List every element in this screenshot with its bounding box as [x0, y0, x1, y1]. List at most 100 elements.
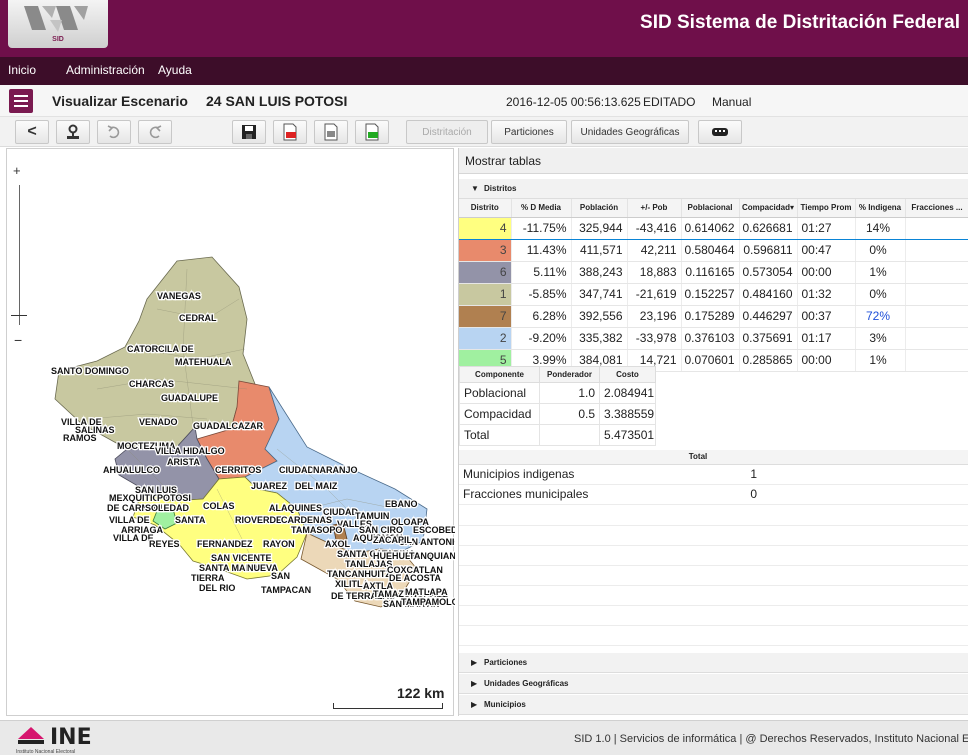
- totals-row[interactable]: Municipios indigenas 1: [459, 464, 968, 485]
- back-button[interactable]: <: [15, 120, 49, 144]
- map-label: TAMUIN: [355, 511, 389, 521]
- cell-costo: 3.388559: [599, 403, 656, 425]
- col-dif-pob[interactable]: +/- Pob: [627, 199, 682, 218]
- map-label: SANTA: [175, 515, 206, 525]
- print-button[interactable]: [314, 120, 348, 144]
- menu-ayuda[interactable]: Ayuda: [158, 63, 192, 77]
- totals-header-row: Total: [459, 450, 968, 465]
- totals-row[interactable]: Fracciones municipales 0: [459, 484, 968, 505]
- col-componente[interactable]: Componente: [459, 366, 540, 383]
- distrito-row[interactable]: 4 -11.75% 325,944 -43,416 0.614062 0.626681 01…: [459, 217, 968, 240]
- map-label: NARANJO: [313, 465, 358, 475]
- scale-label: 122 km: [397, 685, 445, 701]
- map-label: CERRITOS: [215, 465, 261, 475]
- distrito-row[interactable]: 3 11.43% 411,571 42,211 0.580464 0.596811 00:4…: [459, 239, 968, 262]
- col-costo[interactable]: Costo: [599, 366, 656, 383]
- distrito-row[interactable]: 1 -5.85% 347,741 -21,619 0.152257 0.484160 01:…: [459, 283, 968, 306]
- map-label: CEDRAL: [179, 313, 217, 323]
- map-label: TANQUIAN: [409, 551, 455, 561]
- export-pdf-button[interactable]: [273, 120, 307, 144]
- map-label: TAMPAMOLON: [401, 597, 455, 607]
- locate-button[interactable]: [56, 120, 90, 144]
- app-window: SID SID Sistema de Distritación Federal …: [0, 0, 968, 755]
- cell-poblacional: 0.175289: [681, 305, 740, 328]
- col-media[interactable]: % D Media: [511, 199, 572, 218]
- col-tiempo[interactable]: Tiempo Prom: [797, 199, 856, 218]
- map-label: VENADO: [139, 417, 178, 427]
- distrito-row[interactable]: 7 6.28% 392,556 23,196 0.175289 0.446297 00:37…: [459, 305, 968, 328]
- col-poblacional[interactable]: Poblacional: [681, 199, 740, 218]
- col-compacidad[interactable]: Compacidad▾: [739, 199, 798, 218]
- map-label: DEL MAIZ: [295, 481, 338, 491]
- sid-logo[interactable]: SID: [8, 0, 108, 48]
- cell-tiempo: 00:37: [797, 305, 856, 328]
- show-tables-header[interactable]: Mostrar tablas: [459, 148, 968, 174]
- cell-fracciones: [905, 305, 968, 328]
- col-fracciones[interactable]: Fracciones ...: [905, 199, 968, 218]
- export-csv-button[interactable]: [355, 120, 389, 144]
- map-label: DEL RIO: [199, 583, 235, 593]
- district-map[interactable]: VANEGAS CEDRAL CATORCELA DE MATEHUALA SANTO …: [7, 149, 455, 717]
- componente-row[interactable]: Poblacional 1.0 2.084941: [459, 382, 656, 404]
- unidades-geograficas-button[interactable]: Unidades Geográficas: [571, 120, 689, 144]
- ine-logo[interactable]: INE Instituto Nacional Electoral: [16, 725, 126, 755]
- cell-componente: Compacidad: [459, 403, 540, 425]
- hamburger-menu-button[interactable]: [9, 89, 33, 113]
- col-poblacion[interactable]: Población: [571, 199, 628, 218]
- keyboard-button[interactable]: [698, 120, 742, 144]
- cell-poblacion: 325,944: [571, 217, 628, 240]
- cell-distrito: 1: [459, 283, 512, 306]
- distritacion-button[interactable]: Distritación: [406, 120, 488, 144]
- map-label: GUADALUPE: [161, 393, 218, 403]
- cell-dif: 42,211: [627, 239, 682, 262]
- distrito-row[interactable]: 6 5.11% 388,243 18,883 0.116165 0.573054 00:00…: [459, 261, 968, 284]
- cell-indigena: 72%: [855, 305, 906, 328]
- map-label: CIUDAD: [279, 465, 314, 475]
- map-label: TIERRA: [191, 573, 225, 583]
- map-panel[interactable]: + − VANEGAS CEDRAL CATORCE LA DE MATEHUA…: [6, 148, 455, 717]
- menu-inicio[interactable]: Inicio: [8, 63, 36, 77]
- col-indigena[interactable]: % Indigena: [855, 199, 906, 218]
- map-label: JUAREZ: [251, 481, 288, 491]
- particiones-section-header[interactable]: ▶ Particiones: [459, 653, 968, 673]
- cell-ponderador: 0.5: [539, 403, 600, 425]
- toolbar: < Distritación Particiones Unidades Geog…: [0, 117, 968, 147]
- footer: INE Instituto Nacional Electoral SID 1.0…: [0, 720, 968, 755]
- scenario-bar: Visualizar Escenario 24 SAN LUIS POTOSI …: [0, 85, 968, 117]
- cell-compacidad: 0.596811: [739, 239, 798, 262]
- col-ponderador[interactable]: Ponderador: [539, 366, 600, 383]
- cell-fracciones: [905, 261, 968, 284]
- print-icon: [324, 123, 338, 141]
- cell-media: 6.28%: [511, 305, 572, 328]
- ine-logo-subtitle: Instituto Nacional Electoral: [16, 749, 76, 755]
- map-label: VANEGAS: [157, 291, 201, 301]
- col-distrito[interactable]: Distrito: [459, 199, 512, 218]
- map-label: POTOSI: [157, 493, 191, 503]
- cell-costo: 2.084941: [599, 382, 656, 404]
- app-header: SID SID Sistema de Distritación Federal: [0, 0, 968, 57]
- cell-tiempo: 01:32: [797, 283, 856, 306]
- redo-icon: [149, 125, 162, 139]
- map-label: MATLAPA: [405, 587, 448, 597]
- cell-poblacional: 0.116165: [681, 261, 740, 284]
- map-label: CATORCE: [127, 344, 171, 354]
- menu-administracion[interactable]: Administración: [66, 63, 145, 77]
- cell-tiempo: 00:00: [797, 349, 856, 372]
- save-button[interactable]: [232, 120, 266, 144]
- municipios-section-header[interactable]: ▶ Municipios: [459, 695, 968, 715]
- particiones-button[interactable]: Particiones: [491, 120, 567, 144]
- redo-button[interactable]: [138, 120, 172, 144]
- cell-tiempo: 01:27: [797, 217, 856, 240]
- distrito-row[interactable]: 2 -9.20% 335,382 -33,978 0.376103 0.375691 01:…: [459, 327, 968, 350]
- undo-button[interactable]: [97, 120, 131, 144]
- cell-indigena: 0%: [855, 283, 906, 306]
- map-label: SANTO DOMINGO: [51, 366, 129, 376]
- componente-row[interactable]: Compacidad 0.5 3.388559: [459, 403, 656, 425]
- unidades-section-header[interactable]: ▶ Unidades Geográficas: [459, 674, 968, 694]
- distritos-section-header[interactable]: ▼ Distritos: [459, 179, 968, 199]
- cell-distrito: 4: [459, 217, 512, 240]
- componente-row[interactable]: Total 5.473501: [459, 424, 656, 446]
- cell-poblacional: 0.614062: [681, 217, 740, 240]
- col-total[interactable]: Total: [635, 450, 761, 465]
- cell-compacidad: 0.375691: [739, 327, 798, 350]
